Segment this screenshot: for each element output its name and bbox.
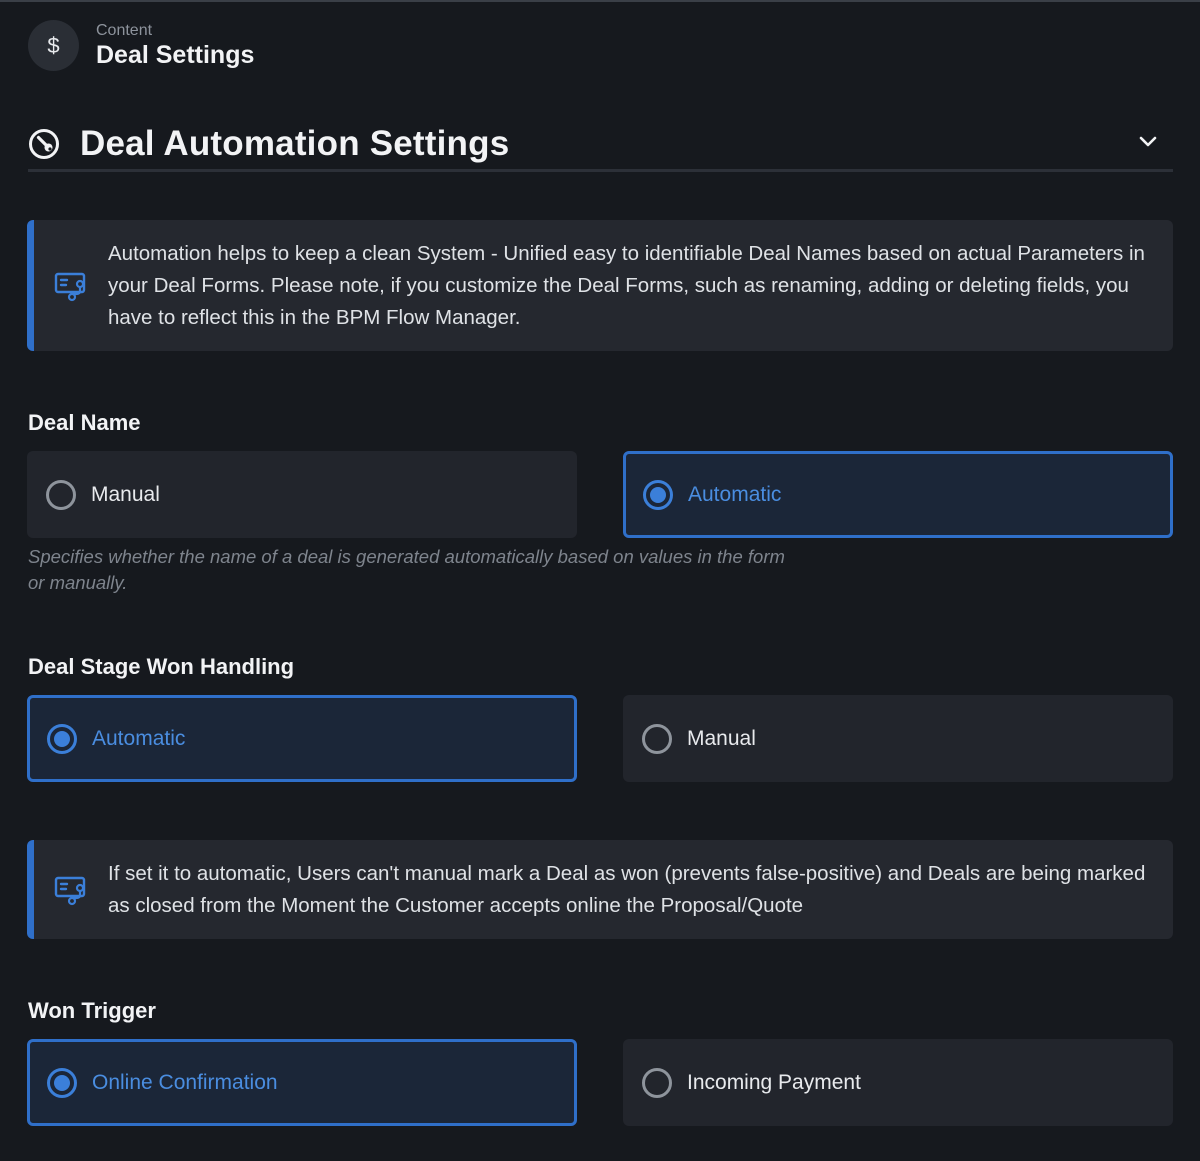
deal-name-option-manual[interactable]: Manual	[27, 451, 577, 538]
option-label: Automatic	[688, 482, 782, 506]
top-divider	[0, 0, 1200, 2]
option-label: Incoming Payment	[687, 1070, 861, 1094]
page-title: Deal Settings	[96, 41, 255, 69]
won-trigger-option-online-confirmation[interactable]: Online Confirmation	[27, 1039, 577, 1126]
page-header: $ Content Deal Settings	[28, 20, 254, 71]
breadcrumb[interactable]: Content	[96, 21, 254, 40]
won-handling-option-automatic[interactable]: Automatic	[27, 695, 577, 782]
page: { "header": { "avatar_icon": "dollar-ico…	[0, 0, 1200, 1161]
option-label: Manual	[687, 726, 756, 750]
won-trigger-option-incoming-payment[interactable]: Incoming Payment	[623, 1039, 1173, 1126]
radio-button[interactable]	[46, 479, 76, 510]
radio-button-selected[interactable]	[643, 479, 673, 510]
radio-button-selected[interactable]	[47, 1067, 77, 1098]
flow-form-icon	[54, 876, 88, 906]
section-title: Deal Automation Settings	[80, 123, 510, 163]
option-label: Manual	[91, 482, 160, 506]
info-text: Automation helps to keep a clean System …	[108, 242, 1145, 329]
wrench-circle-icon	[28, 128, 60, 160]
won-trigger-label: Won Trigger	[28, 998, 156, 1023]
deal-name-help-text: Specifies whether the name of a deal is …	[28, 546, 785, 593]
radio-button[interactable]	[642, 723, 672, 754]
info-text: If set it to automatic, Users can't manu…	[108, 862, 1146, 917]
radio-button-selected[interactable]	[47, 723, 77, 754]
deal-name-label: Deal Name	[28, 410, 141, 435]
flow-form-icon	[54, 272, 88, 302]
info-callout-automation: Automation helps to keep a clean System …	[27, 220, 1173, 351]
option-label: Online Confirmation	[92, 1070, 278, 1094]
dollar-icon: $	[28, 20, 79, 71]
deal-name-option-automatic[interactable]: Automatic	[623, 451, 1173, 538]
header-text: Content Deal Settings	[96, 21, 254, 70]
avatar-glyph: $	[47, 32, 60, 58]
info-callout-won-handling: If set it to automatic, Users can't manu…	[27, 840, 1173, 939]
won-handling-label: Deal Stage Won Handling	[28, 654, 295, 679]
chevron-down-icon[interactable]	[1137, 130, 1159, 152]
option-label: Automatic	[92, 726, 186, 750]
section-header[interactable]: Deal Automation Settings	[28, 118, 1173, 172]
won-handling-option-manual[interactable]: Manual	[623, 695, 1173, 782]
radio-button[interactable]	[642, 1067, 672, 1098]
